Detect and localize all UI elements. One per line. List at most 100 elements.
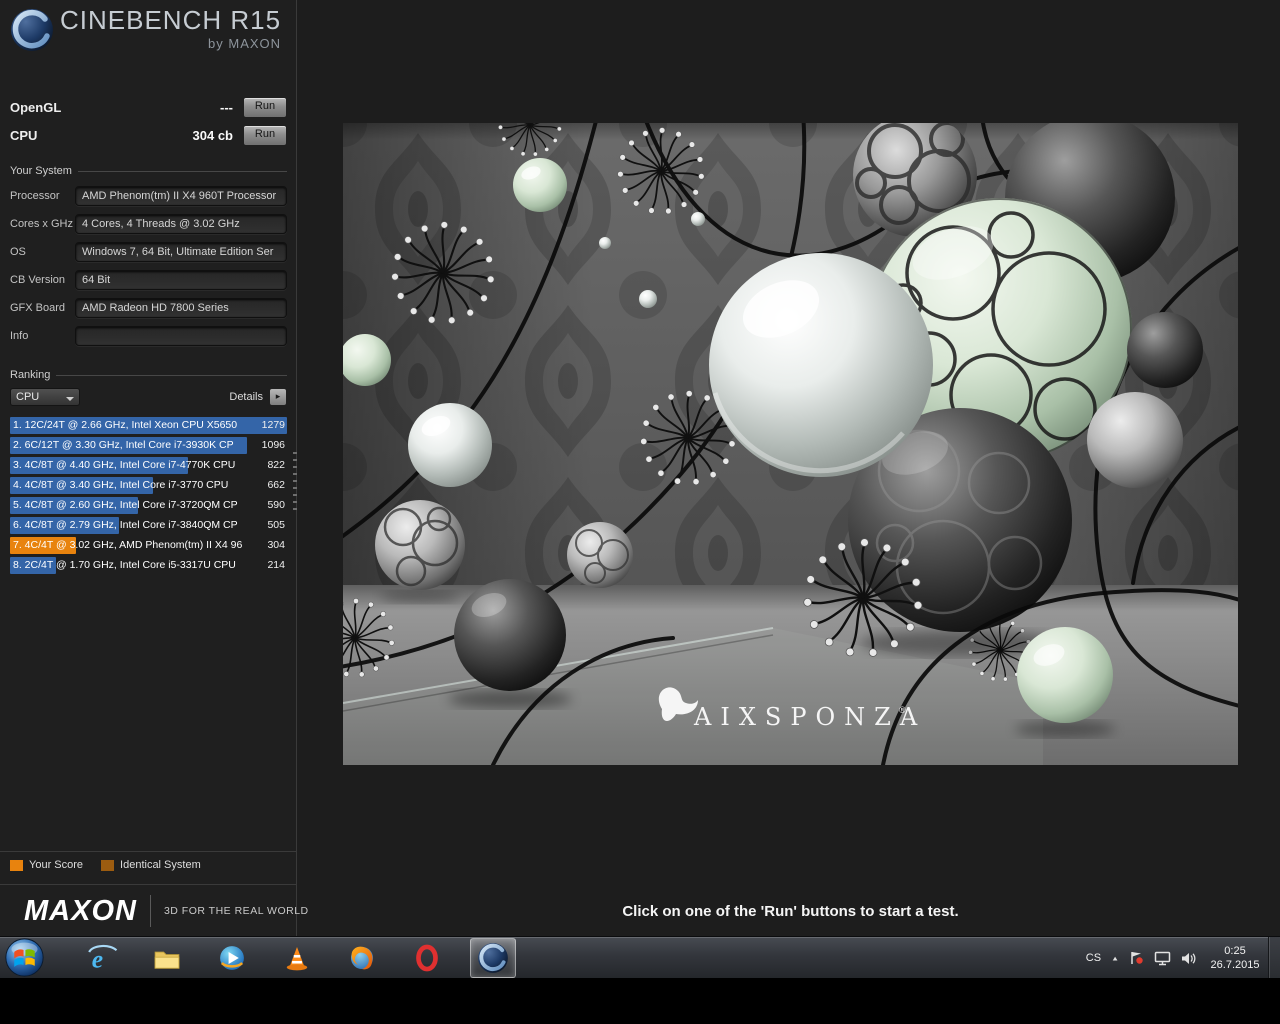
rank-score: 822 — [267, 459, 285, 471]
cpu-run-button[interactable]: Run — [243, 125, 287, 146]
system-field-row: CB Version — [10, 270, 287, 290]
volume-icon[interactable] — [1181, 952, 1196, 965]
rank-label: 1. 12C/24T @ 2.66 GHz, Intel Xeon CPU X5… — [13, 419, 237, 431]
your-system-header: Your System — [10, 165, 287, 177]
system-field-row: GFX Board — [10, 298, 287, 318]
system-field-label: Processor — [10, 190, 75, 202]
ranking-header: Ranking — [10, 369, 287, 381]
opengl-run-button[interactable]: Run — [243, 97, 287, 118]
app-logo: CINEBENCH R15 by MAXON — [8, 6, 281, 54]
rank-score: 662 — [267, 479, 285, 491]
details-label: Details — [229, 391, 263, 403]
taskbar-firefox[interactable] — [340, 939, 384, 977]
maxon-brand: MAXON 3D FOR THE REAL WORLD — [24, 893, 309, 929]
cinebench-logo-icon — [8, 6, 56, 54]
start-button[interactable] — [4, 937, 45, 978]
rank-label: 6. 4C/8T @ 2.79 GHz, Intel Core i7-3840Q… — [13, 519, 238, 531]
legend-item: Your Score — [10, 859, 83, 871]
hidden-icons-chevron-icon[interactable]: ▲ — [1111, 954, 1119, 961]
cinebench-window: CINEBENCH R15 by MAXON OpenGL --- Run CP… — [0, 0, 1280, 936]
rank-label: 8. 2C/4T @ 1.70 GHz, Intel Core i5-3317U… — [13, 559, 236, 571]
ranking-filter-dropdown[interactable]: CPU — [10, 388, 80, 406]
media-player-icon — [215, 941, 249, 975]
bottom-letterbox — [0, 978, 1280, 1024]
legend-swatch — [10, 860, 23, 871]
cinebench-icon — [476, 941, 510, 975]
rank-score: 1279 — [262, 419, 285, 431]
clock-time: 0:25 — [1206, 944, 1264, 958]
ranking-controls: CPU Details ▸ — [10, 388, 287, 406]
taskbar-opera[interactable] — [405, 939, 449, 977]
system-field-label: Info — [10, 330, 75, 342]
taskbar-internet-explorer[interactable]: e — [80, 939, 124, 977]
system-field-input[interactable] — [75, 270, 287, 290]
show-desktop-button[interactable] — [1268, 937, 1280, 979]
system-field-input[interactable] — [75, 242, 287, 262]
taskbar-clock[interactable]: 0:25 26.7.2015 — [1206, 944, 1264, 973]
ranking-row[interactable]: 7. 4C/4T @ 3.02 GHz, AMD Phenom(tm) II X… — [10, 537, 287, 554]
taskbar-windows-explorer[interactable] — [145, 939, 189, 977]
footer-divider — [150, 895, 151, 927]
ranking-row[interactable]: 8. 2C/4T @ 1.70 GHz, Intel Core i5-3317U… — [10, 557, 287, 574]
system-field-input[interactable] — [75, 326, 287, 346]
legend-separator — [0, 851, 296, 852]
system-field-label: Cores x GHz — [10, 218, 75, 230]
system-field-row: Info — [10, 326, 287, 346]
system-field-row: OS — [10, 242, 287, 262]
svg-text:®: ® — [899, 705, 906, 715]
render-preview-image: AIXSPONZA ® — [343, 123, 1238, 765]
ranking-row[interactable]: 2. 6C/12T @ 3.30 GHz, Intel Core i7-3930… — [10, 437, 287, 454]
legend-item: Identical System — [101, 859, 201, 871]
taskbar-media-player[interactable] — [210, 939, 254, 977]
system-fields: Processor Cores x GHz OS CB Version GFX … — [10, 186, 287, 354]
cpu-score: 304 cb — [193, 128, 243, 143]
ranking-row[interactable]: 4. 4C/8T @ 3.40 GHz, Intel Core i7-3770 … — [10, 477, 287, 494]
footer-separator — [0, 884, 296, 885]
system-field-row: Cores x GHz — [10, 214, 287, 234]
system-field-label: GFX Board — [10, 302, 75, 314]
maxon-tagline: 3D FOR THE REAL WORLD — [164, 905, 309, 917]
vlc-cone-icon — [280, 941, 314, 975]
opengl-score: --- — [220, 100, 243, 115]
opera-icon — [410, 941, 444, 975]
rank-score: 590 — [267, 499, 285, 511]
ranking-row[interactable]: 3. 4C/8T @ 4.40 GHz, Intel Core i7-4770K… — [10, 457, 287, 474]
folder-icon — [150, 941, 184, 975]
firefox-icon — [345, 941, 379, 975]
rank-score: 214 — [267, 559, 285, 571]
app-subtitle: by MAXON — [60, 36, 281, 51]
rank-label: 7. 4C/4T @ 3.02 GHz, AMD Phenom(tm) II X… — [13, 539, 242, 551]
legend-label: Your Score — [29, 859, 83, 871]
sidebar: CINEBENCH R15 by MAXON OpenGL --- Run CP… — [0, 0, 297, 936]
panel-resize-handle[interactable] — [293, 452, 297, 510]
system-field-input[interactable] — [75, 298, 287, 318]
system-field-input[interactable] — [75, 214, 287, 234]
rank-label: 5. 4C/8T @ 2.60 GHz, Intel Core i7-3720Q… — [13, 499, 238, 511]
status-message: Click on one of the 'Run' buttons to sta… — [343, 903, 1238, 920]
ranking-row[interactable]: 1. 12C/24T @ 2.66 GHz, Intel Xeon CPU X5… — [10, 417, 287, 434]
rank-score: 304 — [267, 539, 285, 551]
taskbar-vlc[interactable] — [275, 939, 319, 977]
rank-label: 4. 4C/8T @ 3.40 GHz, Intel Core i7-3770 … — [13, 479, 228, 491]
rank-label: 3. 4C/8T @ 4.40 GHz, Intel Core i7-4770K… — [13, 459, 235, 471]
clock-date: 26.7.2015 — [1206, 958, 1264, 972]
taskbar-cinebench-active[interactable] — [470, 938, 516, 978]
language-indicator[interactable]: CS — [1086, 952, 1101, 964]
rank-score: 1096 — [262, 439, 285, 451]
rank-label: 2. 6C/12T @ 3.30 GHz, Intel Core i7-3930… — [13, 439, 234, 451]
cpu-label: CPU — [10, 128, 37, 143]
system-tray: CS ▲ 0:25 26.7.2015 — [1086, 937, 1264, 979]
ranking-row[interactable]: 5. 4C/8T @ 2.60 GHz, Intel Core i7-3720Q… — [10, 497, 287, 514]
display-settings-icon[interactable] — [1154, 951, 1171, 966]
cpu-benchmark-row: CPU 304 cb Run — [0, 124, 296, 146]
system-field-row: Processor — [10, 186, 287, 206]
details-button[interactable]: ▸ — [269, 388, 287, 406]
rank-score: 505 — [267, 519, 285, 531]
ranking-row[interactable]: 6. 4C/8T @ 2.79 GHz, Intel Core i7-3840Q… — [10, 517, 287, 534]
app-title: CINEBENCH R15 — [60, 6, 281, 35]
action-center-flag-icon[interactable] — [1129, 950, 1144, 966]
system-field-label: CB Version — [10, 274, 75, 286]
chevron-down-icon — [66, 397, 74, 405]
internet-explorer-icon: e — [85, 941, 119, 975]
system-field-input[interactable] — [75, 186, 287, 206]
